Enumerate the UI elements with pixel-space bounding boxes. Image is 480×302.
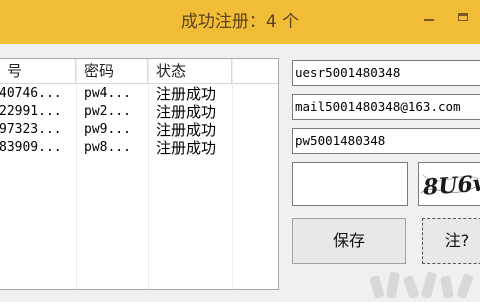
status-cell: 注册成功 <box>156 121 217 139</box>
maximize-button[interactable] <box>452 8 474 26</box>
watermark-decoration <box>369 271 473 299</box>
minimize-button[interactable] <box>418 8 440 26</box>
captcha-image[interactable]: 8U6w <box>418 162 480 206</box>
save-button[interactable]: 保存 <box>292 218 406 264</box>
captcha-input[interactable] <box>292 162 408 206</box>
column-header-account[interactable]: 号 <box>0 59 76 83</box>
account-cell: 22991... <box>0 104 62 119</box>
password-cell: pw9... <box>84 122 131 137</box>
status-cell: 注册成功 <box>156 85 217 103</box>
list-header: 号 密码 状态 <box>0 59 278 84</box>
table-row[interactable]: 83909... pw8... 注册成功 <box>0 139 278 157</box>
status-cell: 注册成功 <box>156 103 217 121</box>
account-cell: 97323... <box>0 122 62 137</box>
captcha-text: 8U6w <box>421 170 480 201</box>
password-cell: pw4... <box>84 86 131 101</box>
password-cell: pw8... <box>84 140 131 155</box>
password-field[interactable]: pw5001480348 <box>292 128 480 154</box>
password-cell: pw2... <box>84 104 131 119</box>
account-cell: 83909... <box>0 140 62 155</box>
email-field[interactable]: mail5001480348@163.com <box>292 94 480 120</box>
table-row[interactable]: 22991... pw2... 注册成功 <box>0 103 278 121</box>
column-header-status[interactable]: 状态 <box>148 59 232 83</box>
register-button[interactable]: 注? <box>422 218 480 264</box>
column-header-password[interactable]: 密码 <box>76 59 148 83</box>
account-cell: 40746... <box>0 86 62 101</box>
maximize-icon <box>458 13 468 21</box>
captcha-graphic: 8U6w <box>420 170 480 201</box>
table-row[interactable]: 40746... pw4... 注册成功 <box>0 85 278 103</box>
minimize-icon <box>424 19 434 21</box>
table-row[interactable]: 97323... pw9... 注册成功 <box>0 121 278 139</box>
title-bar: 成功注册：4 个 <box>0 0 480 44</box>
account-list[interactable]: 号 密码 状态 40746... pw4... 注册成功 22991... pw… <box>0 58 279 290</box>
status-cell: 注册成功 <box>156 139 217 157</box>
username-field[interactable]: uesr5001480348 <box>292 60 480 86</box>
window-title: 成功注册：4 个 <box>180 12 300 32</box>
